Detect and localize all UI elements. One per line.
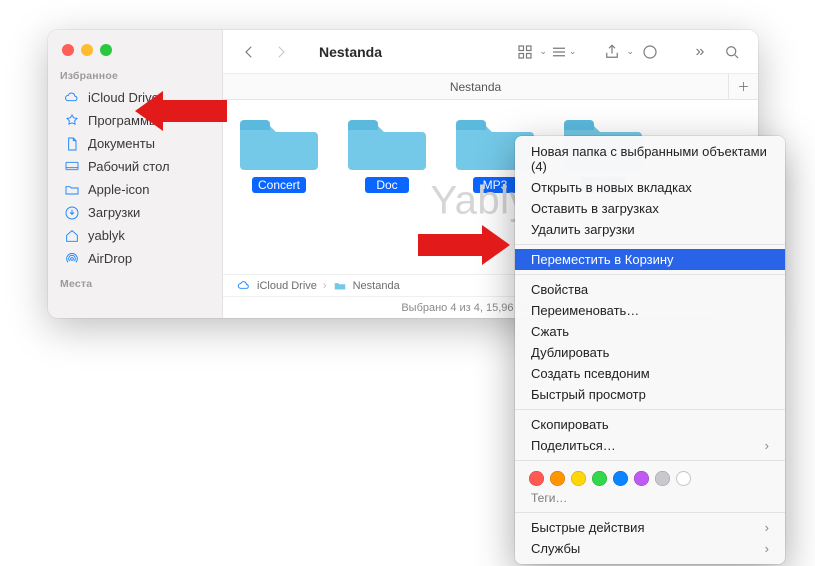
- desktop-icon: [64, 159, 80, 175]
- share-button[interactable]: [598, 39, 626, 65]
- tab-bar: Nestanda ＋: [223, 74, 758, 100]
- separator: [515, 274, 785, 275]
- sidebar-item-desktop[interactable]: Рабочий стол: [60, 155, 212, 178]
- folder-icon: [64, 182, 80, 198]
- path-segment[interactable]: iCloud Drive: [257, 280, 317, 292]
- ctx-tag-colors: [515, 465, 785, 490]
- sidebar-section-places: Места: [60, 278, 212, 294]
- ctx-quick-actions[interactable]: Быстрые действия›: [515, 517, 785, 538]
- chevron-right-icon: ›: [323, 280, 327, 292]
- tags-button[interactable]: [636, 39, 664, 65]
- chevron-right-icon: ›: [765, 438, 769, 453]
- tag-green[interactable]: [592, 471, 607, 486]
- sidebar-item-icloud-drive[interactable]: iCloud Drive: [60, 86, 212, 109]
- ctx-quick-look[interactable]: Быстрый просмотр: [515, 384, 785, 405]
- folder-item[interactable]: Concert: [239, 114, 319, 274]
- separator: [515, 512, 785, 513]
- group-by-button[interactable]: [549, 39, 569, 65]
- chevron-down-icon: ⌄: [539, 46, 547, 57]
- folder-item[interactable]: Doc: [347, 114, 427, 274]
- ctx-share[interactable]: Поделиться…›: [515, 435, 785, 456]
- ctx-tags-label[interactable]: Теги…: [515, 490, 785, 508]
- ctx-make-alias[interactable]: Создать псевдоним: [515, 363, 785, 384]
- ctx-copy[interactable]: Скопировать: [515, 414, 785, 435]
- tag-blue[interactable]: [613, 471, 628, 486]
- sidebar-item-applications[interactable]: Программы: [60, 109, 212, 132]
- tag-gray[interactable]: [655, 471, 670, 486]
- ctx-services[interactable]: Службы›: [515, 538, 785, 559]
- window-controls: [60, 42, 212, 70]
- folder-label: Doc: [365, 177, 409, 193]
- ctx-rename[interactable]: Переименовать…: [515, 300, 785, 321]
- tag-red[interactable]: [529, 471, 544, 486]
- separator: [515, 244, 785, 245]
- sidebar-item-label: AirDrop: [88, 251, 132, 266]
- ctx-get-info[interactable]: Свойства: [515, 279, 785, 300]
- folder-label: MP3: [473, 177, 517, 193]
- chevron-right-icon: ›: [765, 520, 769, 535]
- sidebar-section-favorites: Избранное: [60, 70, 212, 86]
- sidebar-item-label: Рабочий стол: [88, 159, 170, 174]
- airdrop-icon: [64, 251, 80, 267]
- folder-icon: [348, 114, 426, 172]
- cloud-icon: [64, 90, 80, 106]
- ctx-move-to-trash[interactable]: Переместить в Корзину: [515, 249, 785, 270]
- search-button[interactable]: [718, 39, 746, 65]
- chevron-down-icon: ⌄: [626, 46, 634, 57]
- tag-yellow[interactable]: [571, 471, 586, 486]
- cloud-icon: [237, 279, 251, 293]
- sidebar-item-documents[interactable]: Документы: [60, 132, 212, 155]
- tag-none[interactable]: [676, 471, 691, 486]
- download-icon: [64, 205, 80, 221]
- folder-label: Concert: [252, 177, 306, 193]
- view-mode-button[interactable]: [511, 39, 539, 65]
- minimize-window-button[interactable]: [81, 44, 93, 56]
- chevron-down-icon: ⌄: [569, 46, 577, 57]
- sidebar-item-home[interactable]: yablyk: [60, 224, 212, 247]
- document-icon: [64, 136, 80, 152]
- sidebar-item-apple-icon[interactable]: Apple-icon: [60, 178, 212, 201]
- separator: [515, 460, 785, 461]
- sidebar-item-downloads[interactable]: Загрузки: [60, 201, 212, 224]
- more-button[interactable]: »: [686, 39, 714, 65]
- ctx-remove-downloads[interactable]: Удалить загрузки: [515, 219, 785, 240]
- sidebar-item-label: Загрузки: [88, 205, 140, 220]
- house-icon: [64, 228, 80, 244]
- folder-icon: [240, 114, 318, 172]
- sidebar: Избранное iCloud Drive Программы Докумен…: [48, 30, 223, 318]
- window-title: Nestanda: [313, 44, 388, 60]
- new-tab-button[interactable]: ＋: [728, 74, 758, 99]
- sidebar-item-airdrop[interactable]: AirDrop: [60, 247, 212, 270]
- tag-orange[interactable]: [550, 471, 565, 486]
- sidebar-item-label: iCloud Drive: [88, 90, 159, 105]
- toolbar: Nestanda ⌄ ⌄ ⌄ »: [223, 30, 758, 74]
- ctx-compress[interactable]: Сжать: [515, 321, 785, 342]
- path-segment[interactable]: Nestanda: [353, 280, 400, 292]
- close-window-button[interactable]: [62, 44, 74, 56]
- folder-icon: [333, 279, 347, 293]
- tag-purple[interactable]: [634, 471, 649, 486]
- ctx-duplicate[interactable]: Дублировать: [515, 342, 785, 363]
- tab-current[interactable]: Nestanda: [223, 74, 728, 99]
- sidebar-item-label: Программы: [88, 113, 158, 128]
- chevron-right-icon: ›: [765, 541, 769, 556]
- ctx-open-in-new-tabs[interactable]: Открыть в новых вкладках: [515, 177, 785, 198]
- forward-button[interactable]: [267, 39, 295, 65]
- maximize-window-button[interactable]: [100, 44, 112, 56]
- back-button[interactable]: [235, 39, 263, 65]
- sidebar-item-label: Apple-icon: [88, 182, 149, 197]
- ctx-new-folder-with-selection[interactable]: Новая папка с выбранными объектами (4): [515, 141, 785, 177]
- context-menu: Новая папка с выбранными объектами (4) О…: [515, 136, 785, 564]
- tab-label: Nestanda: [450, 80, 501, 94]
- app-icon: [64, 113, 80, 129]
- sidebar-item-label: yablyk: [88, 228, 125, 243]
- sidebar-item-label: Документы: [88, 136, 155, 151]
- ctx-keep-in-downloads[interactable]: Оставить в загрузках: [515, 198, 785, 219]
- separator: [515, 409, 785, 410]
